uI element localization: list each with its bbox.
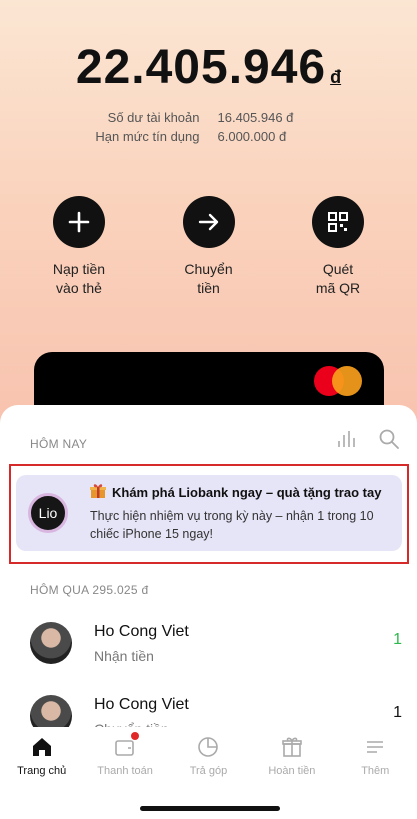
nav-home-label: Trang chủ — [17, 765, 67, 777]
transaction-amount: 1 — [393, 704, 402, 721]
nav-home[interactable]: Trang chủ — [2, 735, 82, 777]
balance-header: 22.405.946 đ Số dư tài khoản 16.405.946 đ… — [0, 0, 417, 442]
transfer-button[interactable]: Chuyển tiền — [154, 196, 264, 298]
lio-logo: Lio — [28, 493, 68, 533]
promo-title: Khám phá Liobank ngay – quà tặng trao ta… — [112, 485, 382, 500]
home-indicator[interactable] — [140, 806, 280, 811]
nav-payment[interactable]: Thanh toán — [85, 732, 165, 777]
wallet-icon — [112, 732, 140, 759]
balance-amount: 22.405.946 — [75, 41, 327, 94]
transaction-name: Ho Cong Viet — [94, 622, 189, 640]
menu-icon — [362, 735, 388, 759]
nav-installment-label: Trả góp — [189, 765, 228, 777]
credit-limit-value: 6.000.000 đ — [217, 129, 287, 144]
top-up-label: Nạp tiền vào thẻ — [52, 261, 106, 296]
today-section-label: HÔM NAY — [30, 437, 88, 451]
credit-limit-label: Hạn mức tín dụng — [95, 129, 200, 144]
nav-installment[interactable]: Trả góp — [168, 735, 248, 777]
scan-qr-button[interactable]: Quét mã QR — [283, 196, 393, 298]
qr-icon — [312, 196, 364, 248]
arrow-right-icon — [182, 196, 235, 248]
yesterday-section-label: HÔM QUA 295.025 đ — [30, 583, 149, 597]
transfer-label: Chuyển tiền — [184, 261, 233, 296]
pie-chart-icon — [195, 735, 221, 759]
gift-box-icon — [279, 735, 305, 759]
balance-details: Số dư tài khoản 16.405.946 đ Hạn mức tín… — [0, 108, 417, 146]
avatar — [30, 622, 72, 664]
quick-actions: Nạp tiền vào thẻ Chuyển tiền Quét mã QR — [0, 196, 417, 298]
transaction-name: Ho Cong Viet — [94, 695, 189, 713]
nav-payment-label: Thanh toán — [97, 765, 153, 777]
transaction-amount: 1 — [393, 631, 402, 648]
transaction-type: Nhận tiền — [94, 647, 154, 664]
mastercard-icon — [314, 366, 362, 396]
home-icon — [29, 735, 55, 759]
account-balance-value: 16.405.946 đ — [217, 110, 294, 125]
balance-currency: đ — [330, 67, 342, 87]
nav-more-label: Thêm — [361, 765, 390, 777]
account-balance-label: Số dư tài khoản — [107, 110, 200, 125]
nav-more[interactable]: Thêm — [335, 735, 415, 777]
promo-body: Thực hiện nhiệm vụ trong kỳ này – nhận 1… — [90, 509, 374, 541]
stats-icon[interactable] — [335, 429, 357, 454]
top-up-button[interactable]: Nạp tiền vào thẻ — [24, 196, 134, 298]
notification-badge — [131, 732, 140, 740]
promo-banner[interactable]: Lio Khám phá Liobank ngay – quà tặng tra… — [16, 475, 402, 551]
activity-tools — [335, 429, 399, 454]
nav-cashback[interactable]: Hoàn tiền — [252, 735, 332, 777]
scan-qr-label: Quét mã QR — [315, 261, 361, 296]
balance-display: 22.405.946 đ — [0, 40, 417, 95]
search-icon[interactable] — [379, 429, 399, 454]
plus-icon — [53, 196, 105, 248]
bottom-nav: Trang chủ Thanh toán Trả góp Hoàn tiền T… — [0, 727, 417, 819]
gift-icon — [90, 483, 106, 502]
nav-cashback-label: Hoàn tiền — [268, 765, 316, 777]
transaction-row[interactable]: Ho Cong Viet Nhận tiền 1 — [30, 619, 410, 667]
